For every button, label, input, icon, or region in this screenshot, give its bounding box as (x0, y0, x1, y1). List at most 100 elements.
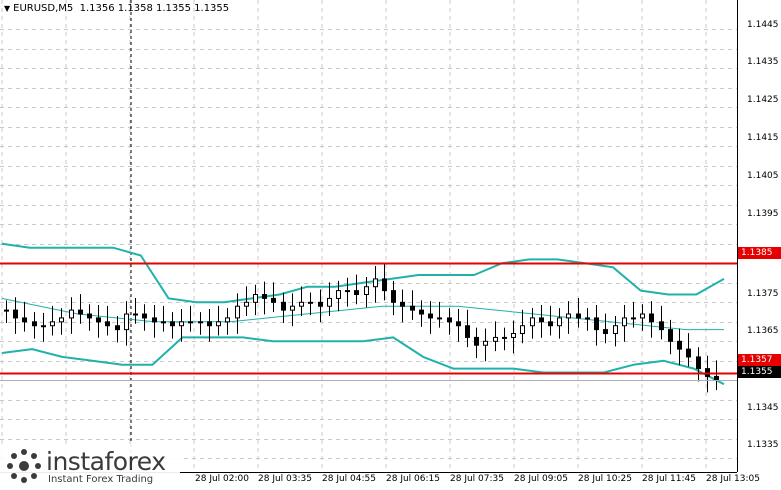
candle-body (474, 336, 479, 346)
candle-body (502, 336, 507, 339)
candle-body (188, 321, 193, 324)
candle-body (456, 321, 461, 327)
price-tick-label: 1.1335 (747, 440, 779, 450)
candle-body (69, 309, 74, 319)
candle-body (419, 309, 424, 315)
candle-body (216, 321, 221, 327)
candle-body (235, 305, 240, 319)
candle-body (170, 321, 175, 327)
candle-body (96, 317, 101, 323)
candle-body (511, 333, 516, 338)
candle-body (142, 313, 147, 319)
candle-body (207, 321, 212, 327)
price-axis[interactable] (737, 0, 781, 472)
candle-body (32, 321, 37, 327)
candle-body (696, 356, 701, 370)
candle-body (124, 313, 129, 331)
candle-body (428, 313, 433, 319)
candle-body (179, 321, 184, 327)
candle-body (198, 321, 203, 324)
watermark: instaforex Instant Forex Trading (0, 444, 180, 489)
bollinger-bands (1, 242, 725, 386)
candle-body (557, 317, 562, 327)
candle-body (345, 290, 350, 293)
candle-body (613, 325, 618, 335)
candle-body (373, 278, 378, 288)
price-tick-label: 1.1375 (747, 289, 779, 299)
candle-body (22, 317, 27, 323)
candle-body (391, 290, 396, 303)
candle-body (308, 301, 313, 304)
candle-body (133, 313, 138, 316)
candle-body (271, 297, 276, 303)
candle-body (299, 301, 304, 307)
price-tick-label: 1.1445 (747, 20, 779, 30)
candle-body (668, 329, 673, 342)
candle-body (225, 317, 230, 323)
candle-body (290, 305, 295, 311)
candle-body (585, 317, 590, 320)
price-tick-label: 1.1365 (747, 326, 779, 336)
watermark-brand: instaforex (46, 447, 166, 476)
time-tick-label: 28 Jul 13:05 (706, 474, 760, 484)
candle-body (493, 336, 498, 342)
candle-body (41, 325, 46, 328)
instaforex-logo-icon (7, 449, 41, 483)
candle-body (530, 317, 535, 327)
candle-body (659, 321, 664, 331)
candle-body (105, 321, 110, 327)
price-tick-label: 1.1415 (747, 133, 779, 143)
candle-body (336, 290, 341, 299)
candle-body (465, 325, 470, 338)
chart-grid (0, 0, 737, 472)
price-tick-label: 1.1345 (747, 403, 779, 413)
candle-body (594, 317, 599, 331)
price-tick-label: 1.1395 (747, 209, 779, 219)
candle-body (115, 325, 120, 331)
candle-body (649, 313, 654, 323)
candle-body (327, 297, 332, 307)
price-tick-label: 1.1405 (747, 171, 779, 181)
chart-window[interactable]: ▼ EURUSD,M5 1.1356 1.1358 1.1355 1.1355 1… (0, 0, 781, 490)
chart-header: ▼ EURUSD,M5 1.1356 1.1358 1.1355 1.1355 (4, 3, 229, 14)
price-tick-label: 1.1425 (747, 95, 779, 105)
candle-body (566, 313, 571, 319)
candle-body (483, 340, 488, 346)
ohlc-values: 1.1356 1.1358 1.1355 1.1355 (79, 3, 230, 14)
candle-body (87, 313, 92, 319)
candle-body (382, 278, 387, 292)
candle-body (622, 317, 627, 327)
price-tick-label: 1.1435 (747, 57, 779, 67)
candle-body (400, 301, 405, 307)
time-tick-label: 28 Jul 07:35 (450, 474, 504, 484)
price-chart[interactable] (0, 0, 781, 489)
time-tick-label: 28 Jul 02:00 (195, 474, 249, 484)
time-tick-label: 28 Jul 09:05 (514, 474, 568, 484)
candle-body (152, 317, 157, 323)
time-tick-label: 28 Jul 10:25 (578, 474, 632, 484)
level-price-tag: 1.1357 (738, 354, 781, 366)
candle-body (447, 317, 452, 323)
chevron-down-icon[interactable]: ▼ (4, 4, 10, 13)
candle-body (364, 286, 369, 296)
candle-body (59, 317, 64, 323)
time-tick-label: 28 Jul 11:45 (642, 474, 696, 484)
watermark-tagline: Instant Forex Trading (48, 474, 154, 485)
candle-body (281, 301, 286, 311)
candle-body (548, 321, 553, 327)
candle-body (714, 375, 719, 381)
candle-body (603, 329, 608, 335)
candle-body (50, 321, 55, 327)
candle-body (520, 325, 525, 335)
level-price-tag: 1.1385 (738, 247, 781, 259)
candle-body (13, 309, 18, 319)
time-tick-label: 28 Jul 04:55 (322, 474, 376, 484)
candle-body (576, 313, 581, 319)
candle-body (262, 294, 267, 299)
candle-body (244, 301, 249, 307)
time-tick-label: 28 Jul 06:15 (386, 474, 440, 484)
candle-body (354, 290, 359, 296)
time-tick-label: 28 Jul 03:35 (258, 474, 312, 484)
candle-body (4, 309, 9, 312)
candle-body (318, 301, 323, 307)
